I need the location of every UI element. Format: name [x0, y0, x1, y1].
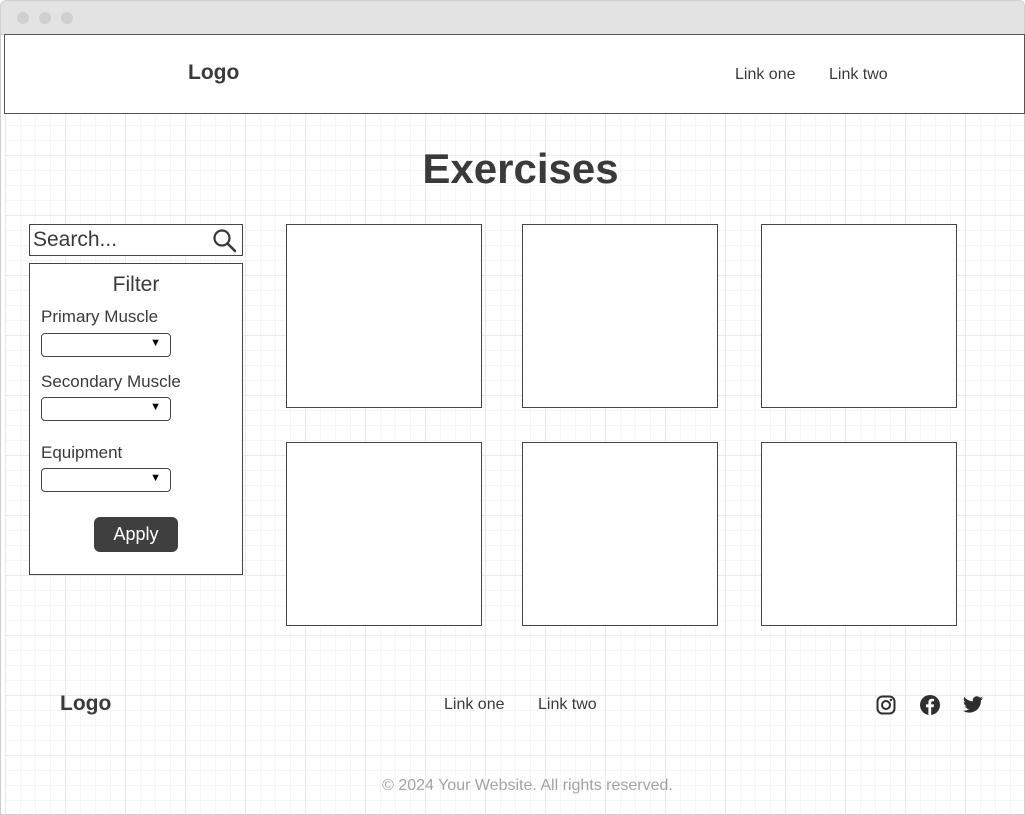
- header-link-one[interactable]: Link one: [735, 66, 796, 84]
- apply-button[interactable]: Apply: [94, 517, 178, 552]
- search-icon[interactable]: [212, 228, 238, 254]
- exercise-card[interactable]: [286, 442, 482, 626]
- equipment-select[interactable]: ▼: [41, 468, 171, 492]
- footer-logo[interactable]: Logo: [60, 692, 111, 716]
- secondary-muscle-label: Secondary Muscle: [41, 372, 181, 391]
- search-box[interactable]: [29, 224, 243, 256]
- chevron-down-icon: ▼: [150, 472, 161, 484]
- window-close-dot[interactable]: [17, 12, 29, 24]
- footer-link-two[interactable]: Link two: [538, 696, 597, 714]
- exercise-card[interactable]: [761, 442, 957, 626]
- header-link-two[interactable]: Link two: [829, 66, 888, 84]
- exercise-card[interactable]: [761, 224, 957, 408]
- copyright-text: © 2024 Your Website. All rights reserved…: [382, 777, 673, 794]
- primary-muscle-select[interactable]: ▼: [41, 333, 171, 357]
- window-minimize-dot[interactable]: [39, 12, 51, 24]
- primary-muscle-label: Primary Muscle: [41, 307, 159, 326]
- site-header: Logo Link one Link two: [4, 34, 1025, 114]
- window-maximize-dot[interactable]: [61, 12, 73, 24]
- page-title: Exercises: [422, 145, 619, 192]
- footer-link-one[interactable]: Link one: [444, 696, 505, 714]
- chevron-down-icon: ▼: [150, 337, 161, 349]
- filter-title: Filter: [112, 273, 160, 296]
- chevron-down-icon: ▼: [150, 401, 161, 413]
- twitter-icon[interactable]: [962, 694, 984, 716]
- secondary-muscle-select[interactable]: ▼: [41, 397, 171, 421]
- window-titlebar: [1, 1, 1024, 35]
- instagram-icon[interactable]: [875, 694, 897, 716]
- search-input[interactable]: [33, 227, 209, 253]
- exercise-card[interactable]: [522, 442, 718, 626]
- equipment-label: Equipment: [41, 443, 123, 462]
- filter-panel: Filter Primary Muscle ▼ Secondary Muscle…: [29, 263, 243, 575]
- facebook-icon[interactable]: [919, 694, 941, 716]
- exercise-card[interactable]: [522, 224, 718, 408]
- exercise-card[interactable]: [286, 224, 482, 408]
- header-logo[interactable]: Logo: [188, 61, 239, 85]
